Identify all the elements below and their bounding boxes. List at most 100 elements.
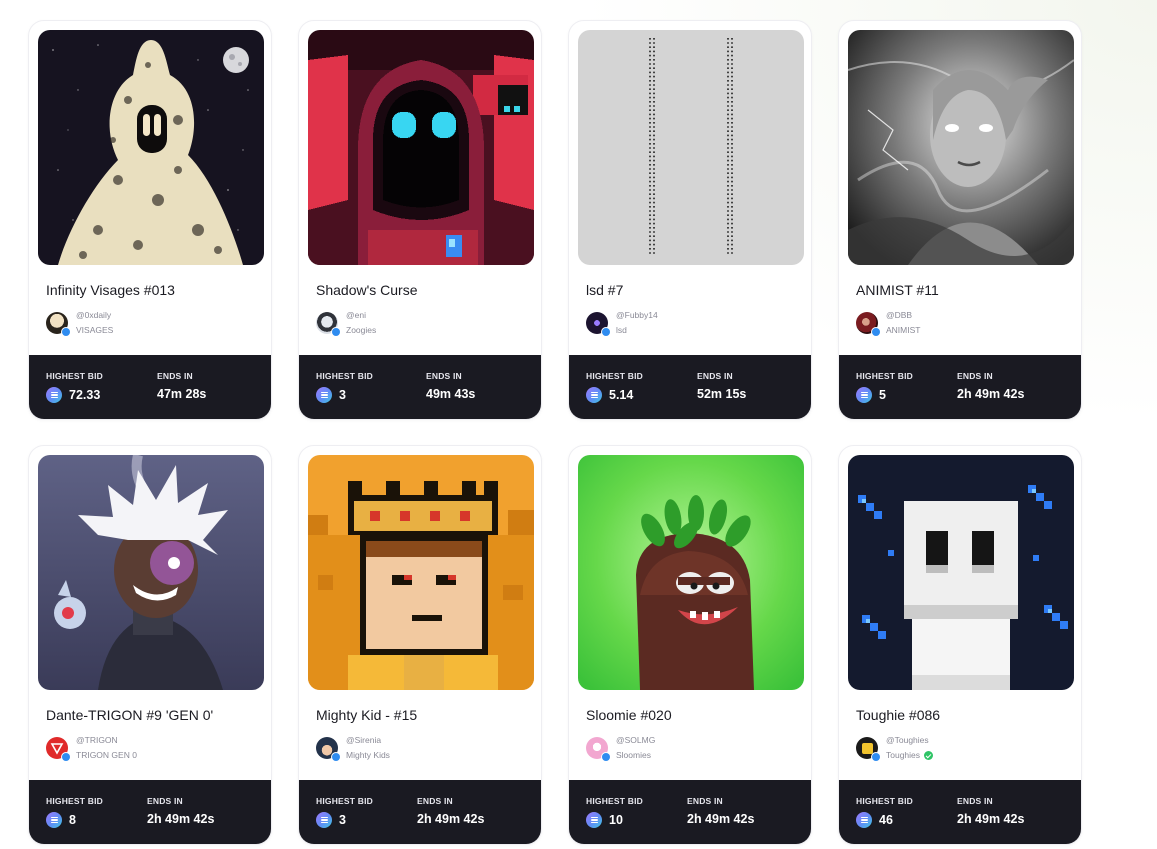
collection-label: Zoogies: [346, 325, 377, 335]
creator-avatar[interactable]: [586, 737, 611, 762]
nft-artwork[interactable]: [38, 455, 264, 690]
auction-card[interactable]: Dante-TRIGON #9 'GEN 0' @TRIGON TRIGON G…: [28, 445, 272, 845]
auction-card[interactable]: lsd #7 @Fubby14 lsd HIGHEST BID 5.14 END…: [568, 20, 812, 420]
ends-in-label: ENDS IN: [157, 371, 193, 381]
ends-in-value: 2h 49m 42s: [957, 812, 1025, 826]
nft-title[interactable]: ANIMIST #11: [856, 282, 939, 298]
collection-label: VISAGES: [76, 325, 114, 335]
bid-amount: 5: [879, 388, 886, 402]
nft-artwork[interactable]: [308, 455, 534, 690]
auction-card[interactable]: Infinity Visages #013 @0xdaily VISAGES H…: [28, 20, 272, 420]
nft-artwork[interactable]: [308, 30, 534, 265]
nft-artwork[interactable]: [848, 455, 1074, 690]
auction-grid: Infinity Visages #013 @0xdaily VISAGES H…: [28, 20, 1082, 845]
bid-footer: HIGHEST BID 3 ENDS IN 2h 49m 42s: [299, 780, 541, 844]
bid-footer: HIGHEST BID 3 ENDS IN 49m 43s: [299, 355, 541, 419]
creator-info[interactable]: @0xdaily VISAGES: [46, 309, 113, 337]
highest-bid-label: HIGHEST BID: [46, 796, 103, 806]
highest-bid-label: HIGHEST BID: [46, 371, 103, 381]
collection-verified-icon: [924, 751, 934, 760]
auction-card[interactable]: Mighty Kid - #15 @Sirenia Mighty Kids HI…: [298, 445, 542, 845]
auction-card[interactable]: ANIMIST #11 @DBB ANIMIST HIGHEST BID 5 E…: [838, 20, 1082, 420]
highest-bid-value: 5.14: [586, 387, 633, 403]
auction-card[interactable]: Shadow's Curse @eni Zoogies HIGHEST BID …: [298, 20, 542, 420]
nft-title[interactable]: Mighty Kid - #15: [316, 707, 417, 723]
ends-in-label: ENDS IN: [417, 796, 453, 806]
ends-in-value: 2h 49m 42s: [417, 812, 485, 826]
nft-title[interactable]: Sloomie #020: [586, 707, 672, 723]
creator-info[interactable]: @Fubby14 lsd: [586, 309, 658, 337]
collection-name[interactable]: Sloomies: [616, 748, 655, 763]
bid-amount: 3: [339, 813, 346, 827]
highest-bid-value: 8: [46, 812, 76, 828]
auction-card[interactable]: Sloomie #020 @SOLMG Sloomies HIGHEST BID…: [568, 445, 812, 845]
bid-footer: HIGHEST BID 5.14 ENDS IN 52m 15s: [569, 355, 811, 419]
creator-avatar[interactable]: [856, 312, 881, 337]
creator-info[interactable]: @DBB ANIMIST: [856, 309, 920, 337]
verified-badge-icon: [871, 327, 881, 337]
bid-amount: 3: [339, 388, 346, 402]
creator-handle[interactable]: @DBB: [886, 308, 920, 323]
highest-bid-label: HIGHEST BID: [316, 796, 373, 806]
nft-title[interactable]: Shadow's Curse: [316, 282, 418, 298]
creator-handle[interactable]: @eni: [346, 308, 376, 323]
ends-in-value: 2h 49m 42s: [687, 812, 755, 826]
creator-avatar[interactable]: [316, 737, 341, 762]
creator-avatar[interactable]: [46, 737, 71, 762]
creator-avatar[interactable]: [316, 312, 341, 337]
creator-avatar[interactable]: [586, 312, 611, 337]
collection-name[interactable]: lsd: [616, 323, 658, 338]
creator-handle[interactable]: @0xdaily: [76, 308, 113, 323]
creator-handle[interactable]: @SOLMG: [616, 733, 655, 748]
bid-footer: HIGHEST BID 10 ENDS IN 2h 49m 42s: [569, 780, 811, 844]
auction-card[interactable]: Toughie #086 @Toughies Toughies HIGHEST …: [838, 445, 1082, 845]
auction-page: Infinity Visages #013 @0xdaily VISAGES H…: [0, 0, 1157, 849]
collection-name[interactable]: ANIMIST: [886, 323, 920, 338]
ends-in-value: 2h 49m 42s: [147, 812, 215, 826]
ends-in-label: ENDS IN: [957, 796, 993, 806]
nft-artwork[interactable]: [578, 455, 804, 690]
highest-bid-value: 5: [856, 387, 886, 403]
highest-bid-value: 46: [856, 812, 893, 828]
bid-footer: HIGHEST BID 8 ENDS IN 2h 49m 42s: [29, 780, 271, 844]
nft-artwork[interactable]: [578, 30, 804, 265]
highest-bid-value: 3: [316, 812, 346, 828]
creator-handle[interactable]: @TRIGON: [76, 733, 137, 748]
collection-name[interactable]: Toughies: [886, 748, 934, 763]
creator-avatar[interactable]: [46, 312, 71, 337]
bid-amount: 10: [609, 813, 623, 827]
highest-bid-value: 10: [586, 812, 623, 828]
creator-info[interactable]: @TRIGON TRIGON GEN 0: [46, 734, 137, 762]
creator-info[interactable]: @eni Zoogies: [316, 309, 376, 337]
collection-label: lsd: [616, 325, 627, 335]
nft-title[interactable]: Toughie #086: [856, 707, 940, 723]
collection-label: Sloomies: [616, 750, 651, 760]
collection-name[interactable]: TRIGON GEN 0: [76, 748, 137, 763]
highest-bid-label: HIGHEST BID: [856, 796, 913, 806]
nft-title[interactable]: Infinity Visages #013: [46, 282, 175, 298]
nft-artwork[interactable]: [38, 30, 264, 265]
bid-amount: 5.14: [609, 388, 634, 402]
collection-name[interactable]: VISAGES: [76, 323, 113, 338]
verified-badge-icon: [601, 752, 611, 762]
creator-handle[interactable]: @Sirenia: [346, 733, 390, 748]
collection-name[interactable]: Mighty Kids: [346, 748, 390, 763]
solana-icon: [316, 387, 332, 403]
bid-footer: HIGHEST BID 72.33 ENDS IN 47m 28s: [29, 355, 271, 419]
creator-info[interactable]: @Sirenia Mighty Kids: [316, 734, 390, 762]
nft-title[interactable]: Dante-TRIGON #9 'GEN 0': [46, 707, 213, 723]
highest-bid-value: 3: [316, 387, 346, 403]
creator-avatar[interactable]: [856, 737, 881, 762]
ends-in-value: 47m 28s: [157, 387, 207, 401]
creator-info[interactable]: @Toughies Toughies: [856, 733, 934, 763]
creator-info[interactable]: @SOLMG Sloomies: [586, 734, 655, 762]
solana-icon: [46, 387, 62, 403]
bid-amount: 72.33: [69, 388, 101, 402]
nft-artwork[interactable]: [848, 30, 1074, 265]
collection-name[interactable]: Zoogies: [346, 323, 376, 338]
creator-handle[interactable]: @Toughies: [886, 733, 933, 748]
nft-title[interactable]: lsd #7: [586, 282, 623, 298]
creator-handle[interactable]: @Fubby14: [616, 308, 658, 323]
verified-badge-icon: [871, 752, 881, 762]
highest-bid-label: HIGHEST BID: [856, 371, 913, 381]
